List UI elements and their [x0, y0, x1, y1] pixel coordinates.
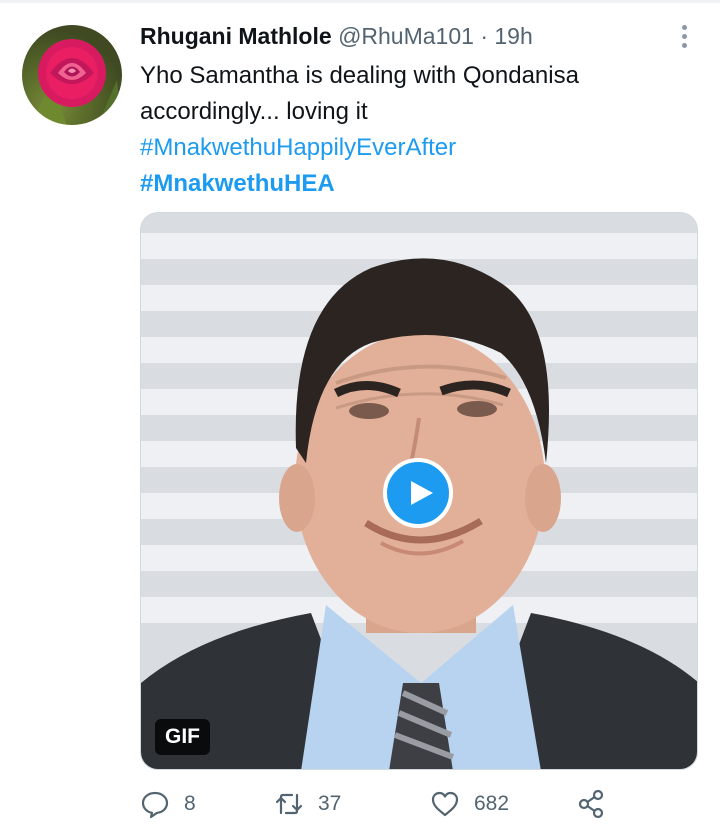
- tweet-text-line: Yho Samantha is dealing with Qondanisa: [140, 62, 579, 89]
- avatar[interactable]: [22, 25, 122, 125]
- reply-icon: [141, 791, 169, 819]
- hashtag-link[interactable]: #MnakwethuHappilyEverAfter: [140, 130, 700, 166]
- tweet-actions: 8 37 682: [140, 784, 700, 824]
- divider: [0, 0, 720, 3]
- hashtag-link[interactable]: #MnakwethuHEA: [140, 166, 700, 202]
- more-dot-icon: [681, 42, 687, 48]
- tweet-text: Yho Samantha is dealing with Qondanisa a…: [140, 58, 700, 202]
- reply-button[interactable]: 8: [140, 784, 196, 824]
- more-dot-icon: [681, 33, 687, 39]
- rose-avatar-icon: [32, 39, 122, 125]
- retweet-count: 37: [318, 792, 342, 815]
- more-options-button[interactable]: [672, 18, 696, 54]
- tweet-header: Rhugani Mathlole @RhuMa101 · 19h: [140, 23, 533, 53]
- heart-icon: [431, 791, 459, 817]
- reply-count: 8: [184, 792, 196, 815]
- separator: ·: [480, 23, 488, 49]
- gif-media[interactable]: GIF: [140, 212, 698, 770]
- share-icon: [578, 789, 604, 819]
- retweet-icon: [275, 793, 303, 815]
- play-button[interactable]: [383, 458, 453, 528]
- more-dot-icon: [681, 24, 687, 30]
- timestamp[interactable]: 19h: [494, 23, 532, 49]
- author-handle[interactable]: @RhuMa101: [338, 23, 474, 49]
- tweet-card[interactable]: Rhugani Mathlole @RhuMa101 · 19h Yho Sam…: [0, 0, 720, 828]
- gif-badge: GIF: [155, 719, 210, 755]
- tweet-text-line: accordingly... loving it: [140, 98, 368, 125]
- share-button[interactable]: [576, 784, 606, 824]
- play-icon: [410, 481, 433, 505]
- author-name[interactable]: Rhugani Mathlole: [140, 23, 332, 49]
- like-count: 682: [474, 792, 510, 815]
- like-button[interactable]: 682: [430, 784, 509, 824]
- retweet-button[interactable]: 37: [274, 784, 341, 824]
